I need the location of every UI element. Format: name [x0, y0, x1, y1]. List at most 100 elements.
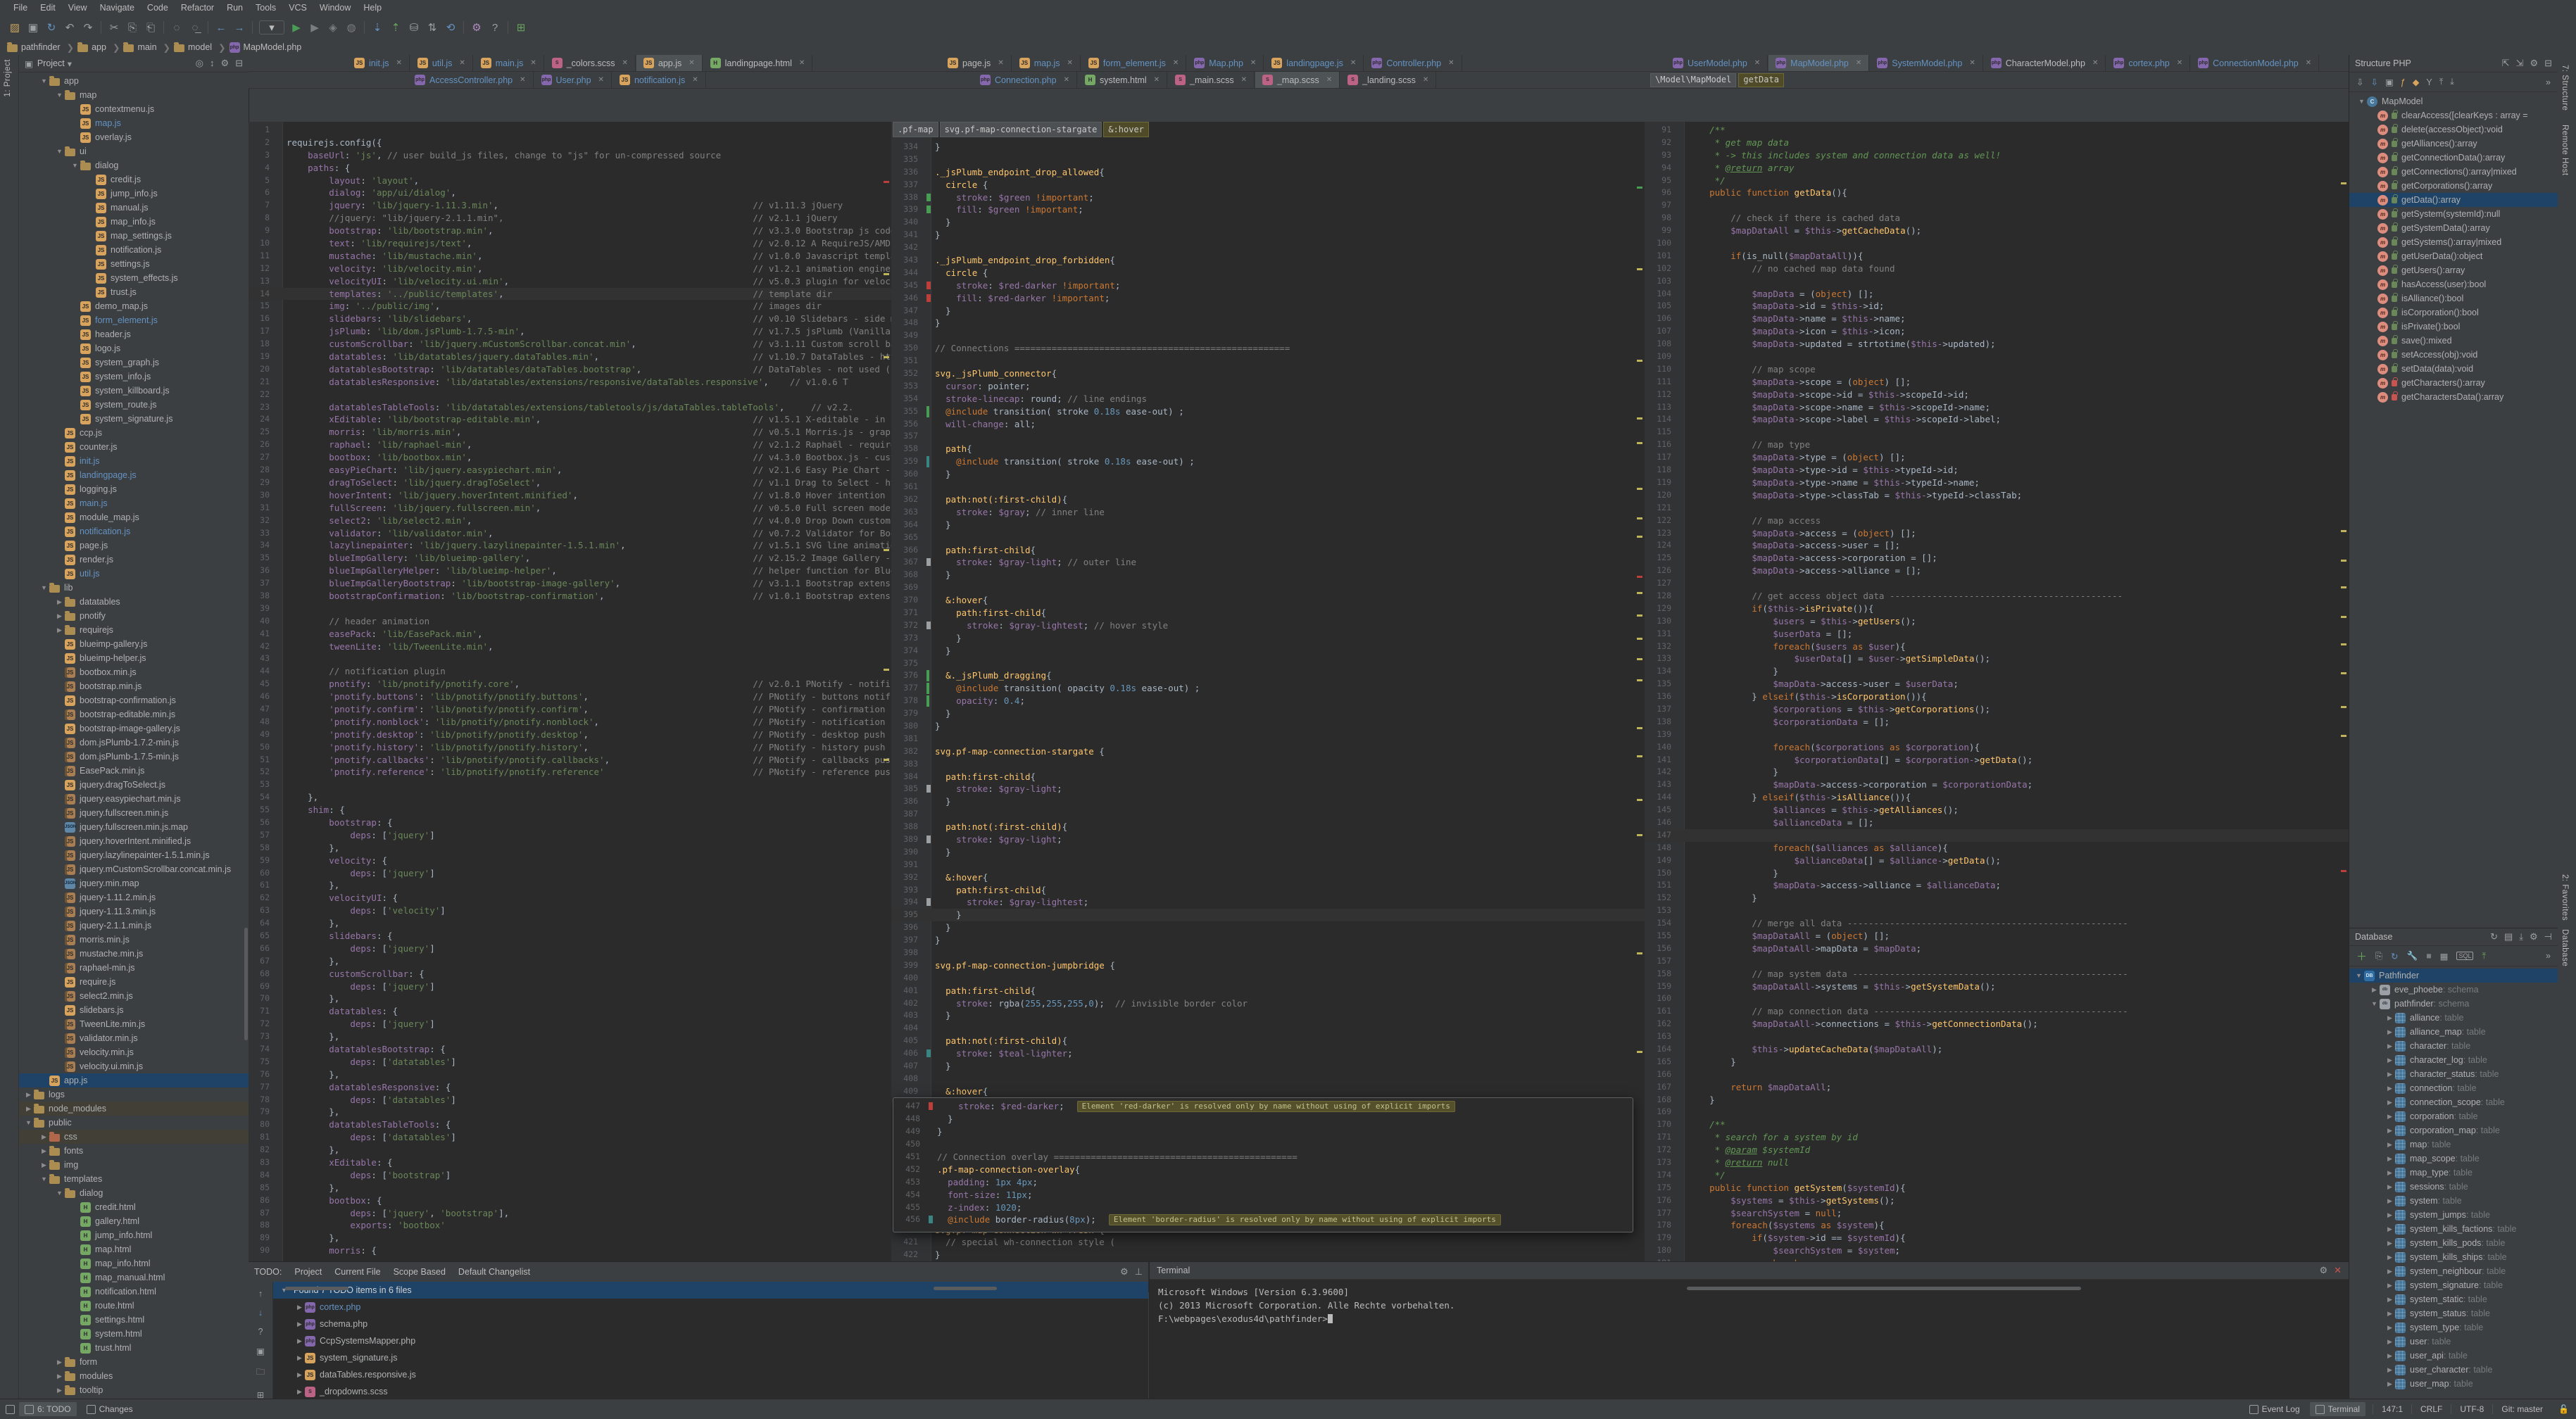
database-tree-item[interactable]: ▶user: table	[2349, 1335, 2558, 1349]
copy-icon[interactable]: ⎘	[123, 19, 142, 36]
project-tree-item[interactable]: Hjump_info.html	[19, 1228, 249, 1242]
show-constants-icon[interactable]: ◆	[2413, 77, 2420, 87]
stripe-mark[interactable]	[1637, 658, 1642, 660]
settings-icon[interactable]: ⚙	[467, 19, 486, 36]
project-tree-item[interactable]: Htrust.html	[19, 1341, 249, 1355]
database-tree-item[interactable]: ▶corporation_map: table	[2349, 1123, 2558, 1137]
toggle-stripes-icon[interactable]	[6, 1405, 15, 1414]
project-tree-item[interactable]: JSlogging.js	[19, 482, 249, 496]
close-tab-icon[interactable]: ✕	[799, 59, 805, 67]
editor-tab-CharacterModel.php[interactable]: phpCharacterModel.php✕	[1984, 55, 2106, 71]
project-tree-item[interactable]: JSform_element.js	[19, 313, 249, 327]
project-tree-item[interactable]: ▼app	[19, 74, 249, 88]
editor-tab-Connection.php[interactable]: phpConnection.php✕	[973, 72, 1077, 88]
close-tab-icon[interactable]: ✕	[1856, 59, 1861, 67]
project-tree-item[interactable]: JSbootstrap-confirmation.js	[19, 693, 249, 707]
project-tree-item[interactable]: JSrequire.js	[19, 975, 249, 989]
close-tab-icon[interactable]: ✕	[1969, 59, 1975, 67]
close-tab-icon[interactable]: ✕	[1064, 76, 1069, 84]
stripe-mark[interactable]	[2341, 616, 2346, 618]
breadcrumb-item[interactable]: pathfinder	[7, 42, 61, 52]
project-tree-item[interactable]: JSTweenLite.min.js	[19, 1017, 249, 1031]
stripe-mark[interactable]	[1637, 614, 1642, 617]
database-tree-item[interactable]: ▶system_neighbour: table	[2349, 1264, 2558, 1278]
stripe-mark[interactable]	[1637, 517, 1642, 519]
forward-icon[interactable]: →	[230, 19, 249, 36]
stripe-mark[interactable]	[1637, 576, 1642, 578]
close-tab-icon[interactable]: ✕	[692, 76, 698, 84]
replace-icon[interactable]: ◌̲	[186, 19, 204, 36]
close-tab-icon[interactable]: ✕	[2092, 59, 2098, 67]
project-tree-item[interactable]: Hnotification.html	[19, 1285, 249, 1299]
collapse-icon[interactable]: ⤓	[2519, 931, 2523, 942]
right-editor[interactable]: 91 /**92 * get map data93 * -> this incl…	[1645, 122, 2349, 1292]
structure-method-row[interactable]: msetAccess(obj):void	[2349, 348, 2558, 362]
breadcrumb-item[interactable]: ❯main	[109, 42, 157, 53]
project-tree-item[interactable]: JSdom.jsPlumb-1.7.2-min.js	[19, 736, 249, 750]
stripe-mark[interactable]	[2341, 735, 2346, 737]
project-tree-item[interactable]: JScredit.js	[19, 172, 249, 187]
project-tree-item[interactable]: JSbootbox.min.js	[19, 665, 249, 679]
project-tree-item[interactable]: JStrust.js	[19, 285, 249, 299]
project-tree-item[interactable]: JSmap_settings.js	[19, 229, 249, 243]
show-fields-icon[interactable]: ƒ	[2401, 77, 2406, 87]
previous-icon[interactable]: ↑	[258, 1289, 263, 1299]
project-tree-item[interactable]: JSbootstrap.min.js	[19, 679, 249, 693]
project-tree-item[interactable]: Hgallery.html	[19, 1214, 249, 1228]
project-tree-item[interactable]: JSslidebars.js	[19, 1003, 249, 1017]
project-tree-item[interactable]: JSjquery.fullscreen.min.js	[19, 806, 249, 820]
group-by-module-icon[interactable]: 🗀	[256, 1366, 265, 1380]
menu-item-help[interactable]: Help	[357, 3, 388, 13]
stripe-mark[interactable]	[2341, 643, 2346, 645]
stripe-mark[interactable]	[1637, 679, 1642, 681]
project-tree-item[interactable]: JSjump_info.js	[19, 187, 249, 201]
database-tree-item[interactable]: ▶user_api: table	[2349, 1349, 2558, 1363]
menu-item-refactor[interactable]: Refactor	[175, 3, 220, 13]
save-icon[interactable]: ▣	[24, 19, 42, 36]
more-icon[interactable]: »	[2546, 77, 2551, 87]
tool-button--favorites[interactable]: 2: Favorites	[2557, 870, 2572, 925]
todo-scope-scope-based[interactable]: Scope Based	[388, 1266, 451, 1278]
editor-tab-UserModel.php[interactable]: phpUserModel.php✕	[1666, 55, 1768, 71]
project-tree-item[interactable]: JSsystem_route.js	[19, 398, 249, 412]
expand-icon[interactable]: ⤒	[2439, 77, 2444, 87]
editor-tab-util.js[interactable]: JSutil.js✕	[410, 55, 473, 71]
status-segment[interactable]: UTF-8	[2451, 1404, 2492, 1414]
database-tree-item[interactable]: ▶character: table	[2349, 1039, 2558, 1053]
todo-summary-row[interactable]: ▼Found 7 TODO items in 6 files	[273, 1282, 1148, 1299]
stripe-mark[interactable]	[884, 356, 889, 358]
database-tree-item[interactable]: ▶system_type: table	[2349, 1320, 2558, 1335]
editor-tab-AccessController.php[interactable]: phpAccessController.php✕	[408, 72, 534, 88]
project-tree-item[interactable]: JSsettings.js	[19, 257, 249, 271]
stripe-mark[interactable]	[1637, 268, 1642, 270]
project-tree-item[interactable]: JSjquery.lazylinepainter-1.5.1.min.js	[19, 848, 249, 862]
menu-item-run[interactable]: Run	[220, 3, 249, 13]
project-tree-item[interactable]: JSblueimp-helper.js	[19, 651, 249, 665]
close-icon[interactable]: ✕	[2334, 1265, 2342, 1276]
project-tree-item[interactable]: JSlandingpage.js	[19, 468, 249, 482]
right-hscrollbar[interactable]	[1687, 1287, 2081, 1290]
project-tree-item[interactable]: JSsystem_signature.js	[19, 412, 249, 426]
database-tree-item[interactable]: ▶user_character: table	[2349, 1363, 2558, 1377]
close-tab-icon[interactable]: ✕	[689, 59, 694, 67]
database-tree-item[interactable]: ▶system_status: table	[2349, 1306, 2558, 1320]
close-tab-icon[interactable]: ✕	[998, 59, 1003, 67]
hide-panel-icon[interactable]: ⊣	[2544, 931, 2552, 942]
project-tree-item[interactable]: ▼public	[19, 1116, 249, 1130]
database-tree-item[interactable]: ▶dbeve_phoebe: schema	[2349, 983, 2558, 997]
project-tree-item[interactable]: ▼dialog	[19, 158, 249, 172]
todo-file-row[interactable]: ▶S_dropdowns.scss	[273, 1383, 1148, 1400]
close-tab-icon[interactable]: ✕	[1423, 76, 1428, 84]
stripe-mark[interactable]	[884, 669, 889, 671]
project-tree-item[interactable]: JSmain.js	[19, 496, 249, 510]
project-tree-item[interactable]: ▶fonts	[19, 1144, 249, 1158]
structure-method-row[interactable]: misAlliance():bool	[2349, 291, 2558, 305]
todo-scope-default-changelist[interactable]: Default Changelist	[453, 1266, 536, 1278]
close-tab-icon[interactable]: ✕	[530, 59, 536, 67]
database-tree-item[interactable]: ▶system_signature: table	[2349, 1278, 2558, 1292]
project-tree-item[interactable]: JSjquery.hoverIntent.minified.js	[19, 834, 249, 848]
editor-tab-_colors.scss[interactable]: S_colors.scss✕	[545, 55, 636, 71]
todo-scope-current-file[interactable]: Current File	[329, 1266, 386, 1278]
project-tree-item[interactable]: JSselect2.min.js	[19, 989, 249, 1003]
undo-icon[interactable]: ↶	[61, 19, 79, 36]
